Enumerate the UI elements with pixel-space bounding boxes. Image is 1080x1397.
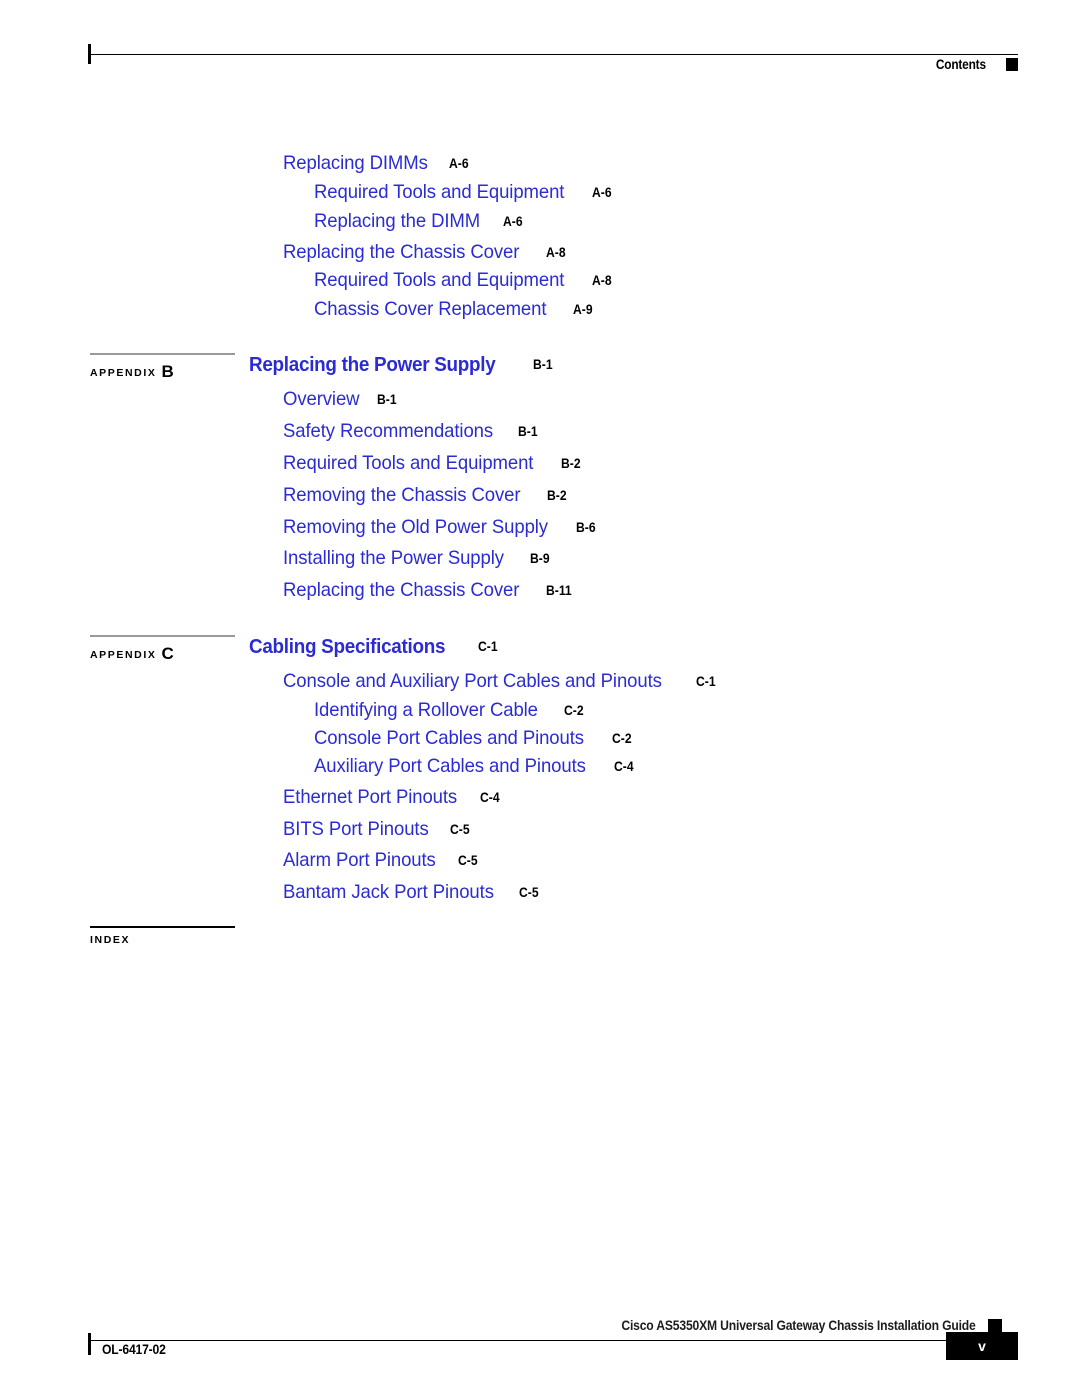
appendix-rule — [90, 635, 235, 637]
toc-entry-title: Replacing the DIMM — [314, 210, 481, 232]
toc-entry-page: C-4 — [614, 759, 634, 774]
toc-entry-page: B-2 — [546, 488, 567, 503]
toc-entry[interactable]: Console Port Cables and Pinouts C-2 — [314, 727, 634, 749]
toc-entry[interactable]: Removing the Chassis Cover B-2 — [283, 484, 569, 506]
toc-entry[interactable]: Removing the Old Power Supply B-6 — [283, 516, 598, 538]
index-label[interactable]: INDEX — [90, 934, 130, 946]
toc-entry[interactable]: Bantam Jack Port Pinouts C-5 — [283, 881, 541, 903]
footer-guide-title: Cisco AS5350XM Universal Gateway Chassis… — [621, 1318, 976, 1333]
toc-entry-title: Safety Recommendations — [283, 420, 494, 442]
appendix-title-text: Cabling Specifications — [249, 635, 446, 658]
toc-entry-page: B-11 — [545, 583, 572, 598]
toc-entry[interactable]: Replacing DIMMs A-6 — [283, 152, 471, 174]
header-rule — [88, 54, 1018, 55]
toc-entry[interactable]: Replacing the DIMM A-6 — [314, 210, 525, 232]
toc-entry[interactable]: Identifying a Rollover Cable C-2 — [314, 699, 585, 721]
appendix-title-row[interactable]: Replacing the Power Supply B-1 — [249, 353, 555, 376]
toc-entry[interactable]: Required Tools and Equipment A-6 — [314, 181, 613, 203]
toc-entry-title: Auxiliary Port Cables and Pinouts — [314, 755, 586, 777]
toc-entry-page: C-5 — [450, 822, 470, 837]
appendix-letter: C — [161, 644, 174, 663]
toc-entry-title: Ethernet Port Pinouts — [283, 786, 458, 808]
toc-entry-title: BITS Port Pinouts — [283, 818, 429, 840]
appendix-label: APPENDIX C — [90, 644, 174, 663]
toc-entry-page: B-1 — [518, 424, 538, 439]
toc-entry-page: A-6 — [591, 185, 612, 200]
toc-entry[interactable]: Overview B-1 — [283, 388, 399, 410]
toc-entry-title: Bantam Jack Port Pinouts — [283, 881, 494, 903]
toc-entry-page: A-8 — [591, 273, 612, 288]
toc-entry-title: Chassis Cover Replacement — [314, 298, 547, 320]
appendix-rule — [90, 353, 235, 355]
toc-entry-page: A-8 — [545, 245, 566, 260]
toc-entry-title: Console and Auxiliary Port Cables and Pi… — [283, 670, 662, 692]
appendix-title-row[interactable]: Cabling Specifications C-1 — [249, 635, 500, 658]
toc-entry[interactable]: BITS Port Pinouts C-5 — [283, 818, 472, 840]
toc-entry-title: Installing the Power Supply — [283, 547, 504, 569]
toc-entry[interactable]: Auxiliary Port Cables and Pinouts C-4 — [314, 755, 636, 777]
toc-entry-title: Replacing the Chassis Cover — [283, 579, 520, 601]
header-title: Contents — [935, 57, 986, 72]
toc-entry-title: Required Tools and Equipment — [314, 181, 565, 203]
appendix-letter: B — [161, 362, 174, 381]
footer-rule — [88, 1340, 1018, 1341]
toc-entry-page: B-1 — [377, 392, 398, 407]
page-header: Contents — [88, 44, 1018, 84]
toc-entry[interactable]: Required Tools and Equipment A-8 — [314, 269, 613, 291]
toc-entry-page: C-5 — [457, 853, 478, 868]
toc-entry[interactable]: Ethernet Port Pinouts C-4 — [283, 786, 502, 808]
toc-entry-title: Alarm Port Pinouts — [283, 849, 436, 871]
toc-entry-title: Removing the Old Power Supply — [283, 516, 548, 538]
toc-entry-page: B-2 — [560, 456, 581, 471]
toc-entry-page: A-6 — [449, 156, 469, 171]
toc-entry[interactable]: Replacing the Chassis Cover A-8 — [283, 241, 568, 263]
toc-entry[interactable]: Safety Recommendations B-1 — [283, 420, 540, 442]
toc-entry-title: Removing the Chassis Cover — [283, 484, 521, 506]
toc-entry[interactable]: Replacing the Chassis Cover B-11 — [283, 579, 574, 601]
toc-entry-title: Console Port Cables and Pinouts — [314, 727, 584, 749]
footer-left-tick — [88, 1333, 91, 1355]
toc-entry-page: A-9 — [572, 302, 593, 317]
square-marker-icon — [1006, 58, 1018, 71]
toc-entry-page: C-2 — [612, 731, 632, 746]
toc-entry-page: B-9 — [529, 551, 550, 566]
toc-entry-title: Replacing DIMMs — [283, 152, 428, 174]
toc-entry[interactable]: Alarm Port Pinouts C-5 — [283, 849, 480, 871]
toc-entry-page: A-6 — [502, 214, 523, 229]
index-rule — [90, 926, 235, 928]
toc-entry-title: Required Tools and Equipment — [283, 452, 534, 474]
toc-entry-title: Overview — [283, 388, 360, 410]
toc-entry-title: Required Tools and Equipment — [314, 269, 565, 291]
appendix-title-page: C-1 — [478, 639, 498, 654]
appendix-label: APPENDIX B — [90, 362, 174, 381]
toc-entry[interactable]: Chassis Cover Replacement A-9 — [314, 298, 594, 320]
toc-entry-page: C-1 — [695, 674, 716, 689]
appendix-title-text: Replacing the Power Supply — [249, 353, 496, 376]
toc-entry-page: B-6 — [575, 520, 596, 535]
toc-entry-page: C-5 — [518, 885, 539, 900]
toc-entry-title: Replacing the Chassis Cover — [283, 241, 520, 263]
page-number-box: v — [946, 1332, 1018, 1360]
toc-entry[interactable]: Required Tools and Equipment B-2 — [283, 452, 582, 474]
appendix-title-page: B-1 — [532, 357, 553, 372]
toc-entry-title: Identifying a Rollover Cable — [314, 699, 538, 721]
toc-entry-page: C-2 — [563, 703, 584, 718]
toc-entry[interactable]: Installing the Power Supply B-9 — [283, 547, 551, 569]
toc-entry-page: C-4 — [480, 790, 500, 805]
toc-entry[interactable]: Console and Auxiliary Port Cables and Pi… — [283, 670, 718, 692]
page-footer: Cisco AS5350XM Universal Gateway Chassis… — [88, 1318, 1018, 1378]
document-number: OL-6417-02 — [102, 1342, 166, 1357]
